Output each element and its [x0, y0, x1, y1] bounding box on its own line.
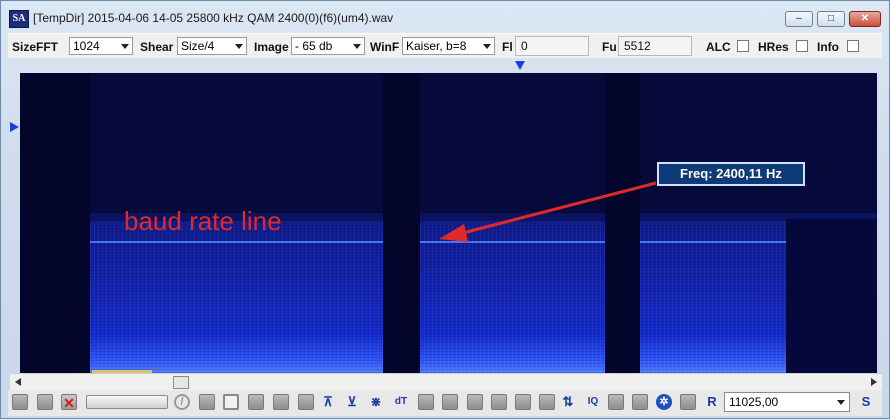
center-icon[interactable]: ⋇	[368, 394, 384, 410]
signal-gap	[786, 219, 877, 373]
minimize-button[interactable]: –	[785, 11, 813, 27]
tool-button[interactable]	[37, 394, 53, 410]
baud-rate-line	[640, 241, 786, 243]
signal-gap	[20, 73, 90, 373]
scroll-left-icon[interactable]	[15, 378, 21, 386]
dt-button[interactable]: dT	[391, 394, 411, 410]
tool-button[interactable]	[418, 394, 434, 410]
time-marker-icon[interactable]	[10, 122, 19, 132]
sizefft-value: 1024	[73, 39, 100, 53]
winf-select[interactable]: Kaiser, b=8	[402, 37, 495, 55]
alc-label: ALC	[706, 40, 731, 54]
main-window: SA [TempDir] 2015-04-06 14-05 25800 kHz …	[0, 0, 890, 419]
chevron-down-icon	[483, 44, 491, 49]
s-button[interactable]: S	[858, 394, 874, 410]
hres-label: HRes	[758, 40, 789, 54]
tool-button[interactable]	[273, 394, 289, 410]
frequency-readout: Freq: 2400,11 Hz	[657, 162, 805, 186]
sizefft-label: SizeFFT	[12, 40, 59, 54]
r-button[interactable]: R	[704, 394, 720, 410]
shear-value: Size/4	[181, 39, 215, 53]
sample-rate-value: 11025,00	[729, 395, 779, 409]
fl-field[interactable]: 0	[515, 36, 589, 56]
shift-down-icon[interactable]: ⊻	[344, 394, 360, 410]
tool-button[interactable]	[442, 394, 458, 410]
chevron-down-icon	[235, 44, 243, 49]
sizefft-select[interactable]: 1024	[69, 37, 133, 55]
baud-rate-line	[420, 241, 605, 243]
tool-button[interactable]	[467, 394, 483, 410]
settings-toolbar: SizeFFT 1024 Shear Size/4 Image - 65 db …	[8, 33, 882, 58]
stop-icon[interactable]: /	[174, 394, 190, 410]
baud-rate-annotation: baud rate line	[124, 206, 282, 236]
image-value: - 65 db	[295, 39, 333, 53]
fu-field[interactable]: 5512	[618, 36, 692, 56]
frame-icon[interactable]	[223, 394, 239, 410]
tool-button[interactable]	[248, 394, 264, 410]
bottom-toolbar: ✕ / ⊼ ⊻ ⋇ dT ⇅ IQ ✲ R 11025,00 S	[8, 390, 882, 416]
close-button[interactable]: ✕	[849, 11, 881, 27]
info-checkbox[interactable]	[847, 40, 859, 52]
alc-checkbox[interactable]	[737, 40, 749, 52]
tool-button[interactable]	[515, 394, 531, 410]
signal-gap	[383, 73, 420, 373]
fu-label: Fu	[602, 40, 617, 54]
horizontal-scrollbar[interactable]	[10, 373, 882, 390]
iq-button[interactable]: IQ	[583, 394, 603, 410]
frequency-marker-icon[interactable]	[515, 61, 525, 70]
tool-button[interactable]	[632, 394, 648, 410]
title-bar[interactable]: SA [TempDir] 2015-04-06 14-05 25800 kHz …	[1, 1, 889, 31]
scroll-thumb[interactable]	[173, 376, 189, 389]
tool-button[interactable]	[491, 394, 507, 410]
tool-button[interactable]	[12, 394, 28, 410]
chevron-down-icon	[837, 400, 845, 405]
image-label: Image	[254, 40, 289, 54]
sample-rate-select[interactable]: 11025,00	[724, 392, 850, 412]
tool-button[interactable]	[680, 394, 696, 410]
zoom-slider[interactable]	[86, 395, 168, 409]
fl-label: Fl	[502, 40, 513, 54]
window-title: [TempDir] 2015-04-06 14-05 25800 kHz QAM…	[33, 11, 394, 25]
tool-button[interactable]	[298, 394, 314, 410]
tool-button[interactable]	[199, 394, 215, 410]
hres-checkbox[interactable]	[796, 40, 808, 52]
settings-icon[interactable]: ✲	[656, 394, 672, 410]
maximize-button[interactable]: □	[817, 11, 845, 27]
clear-icon[interactable]: ✕	[61, 394, 77, 411]
app-icon: SA	[9, 10, 29, 28]
scroll-right-icon[interactable]	[871, 378, 877, 386]
tool-button[interactable]	[608, 394, 624, 410]
chevron-down-icon	[353, 44, 361, 49]
tool-button[interactable]	[539, 394, 555, 410]
shift-up-icon[interactable]: ⊼	[320, 394, 336, 410]
winf-label: WinF	[370, 40, 400, 54]
signal-gap	[605, 73, 640, 373]
baud-rate-line	[90, 241, 383, 243]
chevron-down-icon	[121, 44, 129, 49]
shear-select[interactable]: Size/4	[177, 37, 247, 55]
info-label: Info	[817, 40, 839, 54]
shear-label: Shear	[140, 40, 174, 54]
image-select[interactable]: - 65 db	[291, 37, 365, 55]
swap-icon[interactable]: ⇅	[560, 394, 576, 410]
winf-value: Kaiser, b=8	[406, 39, 467, 53]
